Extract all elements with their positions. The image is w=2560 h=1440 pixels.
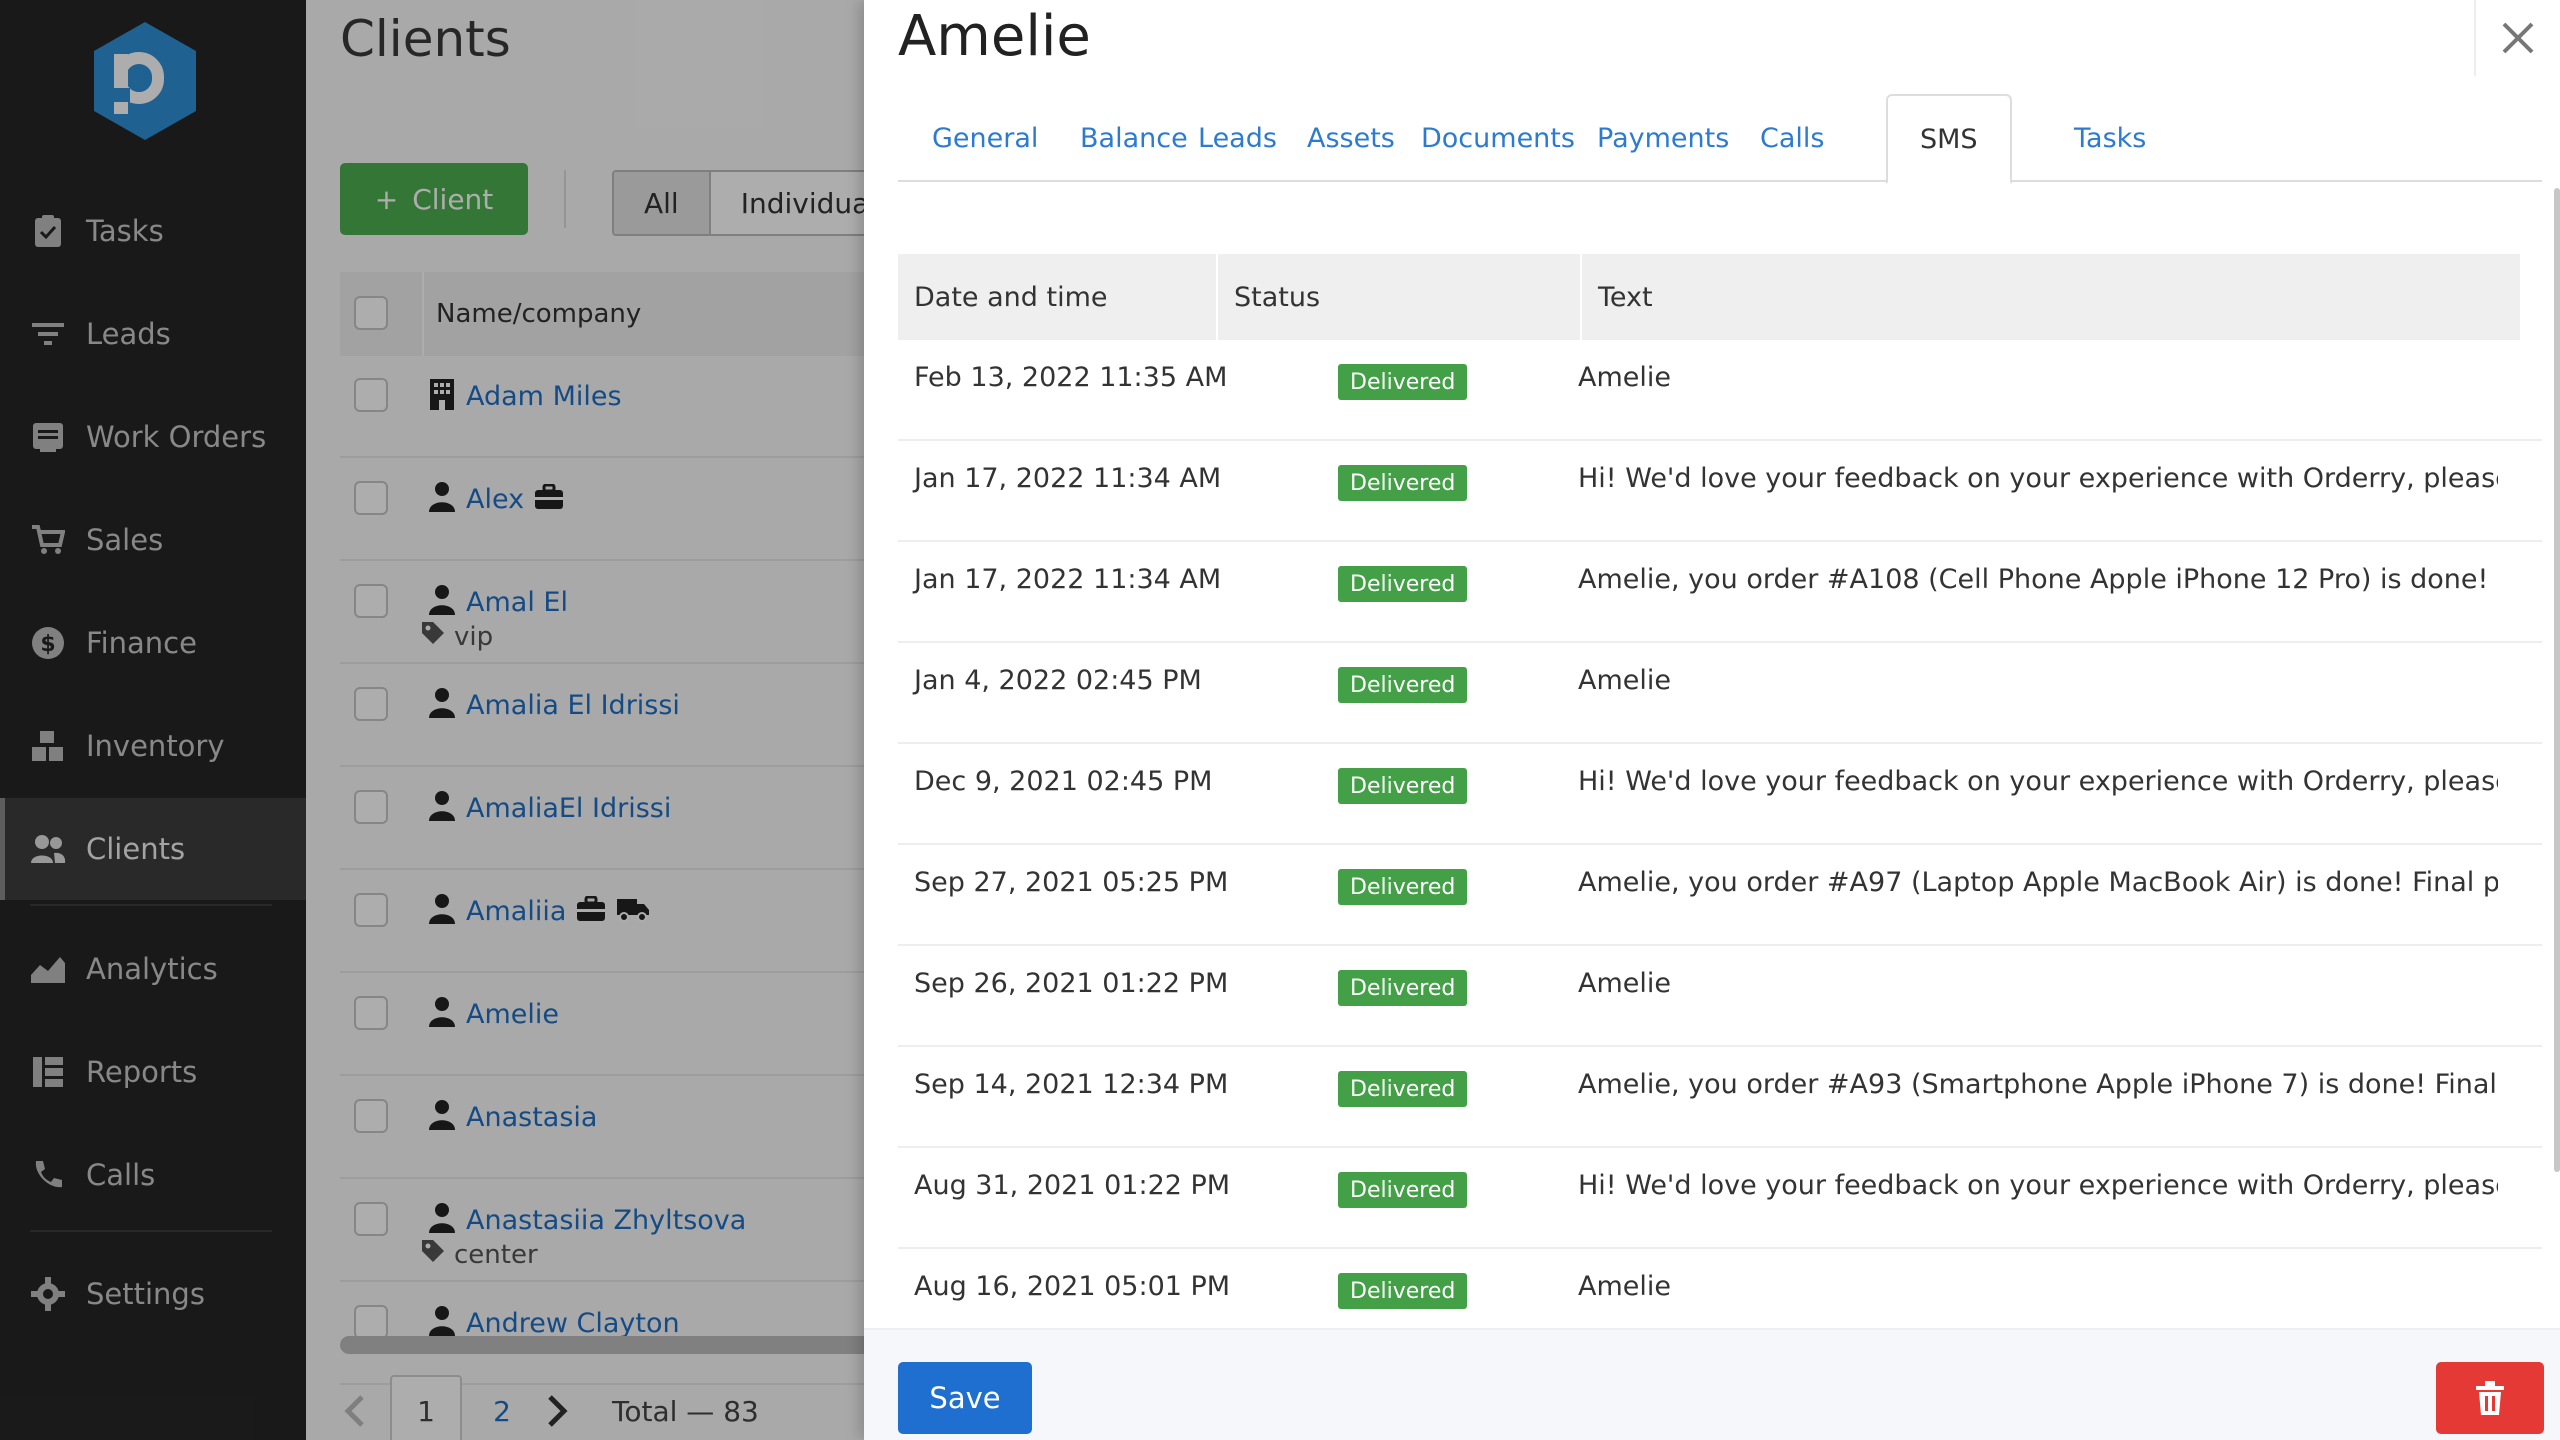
status-badge: Delivered xyxy=(1338,465,1468,501)
sms-row[interactable]: Jan 17, 2022 11:34 AM Delivered Amelie, yo… xyxy=(898,542,2542,643)
client-dialog: Amelie General Balance Leads Assets Document… xyxy=(864,0,2560,1440)
sms-date: Sep 27, 2021 05:25 PM xyxy=(914,866,1229,898)
sms-text: Hi! We'd love your feedback on your expe… xyxy=(1578,462,2498,494)
column-text[interactable]: Text xyxy=(1582,254,2522,340)
sms-date: Jan 4, 2022 02:45 PM xyxy=(914,664,1202,696)
sms-text: Amelie xyxy=(1578,1270,1671,1302)
tab-assets[interactable]: Assets xyxy=(1307,94,1395,182)
tab-balance[interactable]: Balance xyxy=(1080,94,1188,182)
column-status[interactable]: Status xyxy=(1218,254,1582,340)
tab-tasks[interactable]: Tasks xyxy=(2074,94,2146,182)
vertical-scrollbar[interactable] xyxy=(2554,188,2560,1172)
status-badge: Delivered xyxy=(1338,566,1468,602)
tab-leads[interactable]: Leads xyxy=(1198,94,1277,182)
sms-text: Amelie xyxy=(1578,664,1671,696)
status-badge: Delivered xyxy=(1338,1071,1468,1107)
sms-date: Sep 26, 2021 01:22 PM xyxy=(914,967,1229,999)
status-badge: Delivered xyxy=(1338,1172,1468,1208)
sms-date: Aug 16, 2021 05:01 PM xyxy=(914,1270,1231,1302)
status-badge: Delivered xyxy=(1338,869,1468,905)
close-icon xyxy=(2502,22,2534,54)
sms-date: Jan 17, 2022 11:34 AM xyxy=(914,563,1222,595)
tab-sms[interactable]: SMS xyxy=(1886,94,2012,184)
status-badge: Delivered xyxy=(1338,970,1468,1006)
sms-table-header: Date and time Status Text xyxy=(898,254,2522,340)
status-badge: Delivered xyxy=(1338,1273,1468,1309)
sms-date: Aug 31, 2021 01:22 PM xyxy=(914,1169,1231,1201)
sms-row[interactable]: Jan 17, 2022 11:34 AM Delivered Hi! We'd l… xyxy=(898,441,2542,542)
tab-documents[interactable]: Documents xyxy=(1421,94,1575,182)
tab-payments[interactable]: Payments xyxy=(1597,94,1729,182)
sms-row[interactable]: Sep 14, 2021 12:34 PM Delivered Amelie, yo… xyxy=(898,1047,2542,1148)
app: Tasks Leads Work Orders Sales $ Finance Invent… xyxy=(0,0,2560,1440)
save-button[interactable]: Save xyxy=(898,1362,1032,1434)
sms-row[interactable]: Dec 9, 2021 02:45 PM Delivered Hi! We'd lo… xyxy=(898,744,2542,845)
sms-date: Feb 13, 2022 11:35 AM xyxy=(914,361,1228,393)
tab-general[interactable]: General xyxy=(932,94,1038,182)
sms-text: Hi! We'd love your feedback on your expe… xyxy=(1578,765,2498,797)
sms-date: Jan 17, 2022 11:34 AM xyxy=(914,462,1222,494)
sms-text: Amelie, you order #A93 (Smartphone Apple… xyxy=(1578,1068,2498,1100)
sms-date: Sep 14, 2021 12:34 PM xyxy=(914,1068,1229,1100)
sms-text: Amelie, you order #A108 (Cell Phone Appl… xyxy=(1578,563,2498,595)
sms-row[interactable]: Feb 13, 2022 11:35 AM Delivered Amelie xyxy=(898,340,2542,441)
sms-row[interactable]: Sep 26, 2021 01:22 PM Delivered Amelie xyxy=(898,946,2542,1047)
sms-text: Amelie xyxy=(1578,967,1671,999)
dialog-tabs: General Balance Leads Assets Documents Paymen… xyxy=(898,94,2542,184)
close-button[interactable] xyxy=(2474,0,2560,76)
column-date-time[interactable]: Date and time xyxy=(898,254,1218,340)
sms-row[interactable]: Aug 31, 2021 01:22 PM Delivered Hi! We'd l… xyxy=(898,1148,2542,1249)
status-badge: Delivered xyxy=(1338,667,1468,703)
status-badge: Delivered xyxy=(1338,364,1468,400)
status-badge: Delivered xyxy=(1338,768,1468,804)
delete-button[interactable] xyxy=(2436,1362,2544,1434)
dialog-footer: Save xyxy=(864,1328,2560,1440)
tab-calls[interactable]: Calls xyxy=(1760,94,1824,182)
dialog-title: Amelie xyxy=(898,4,1091,69)
sms-row[interactable]: Jan 4, 2022 02:45 PM Delivered Amelie xyxy=(898,643,2542,744)
trash-icon xyxy=(2476,1381,2504,1415)
sms-text: Hi! We'd love your feedback on your expe… xyxy=(1578,1169,2498,1201)
sms-text: Amelie xyxy=(1578,361,1671,393)
sms-text: Amelie, you order #A97 (Laptop Apple Mac… xyxy=(1578,866,2498,898)
sms-date: Dec 9, 2021 02:45 PM xyxy=(914,765,1213,797)
sms-row[interactable]: Sep 27, 2021 05:25 PM Delivered Amelie, yo… xyxy=(898,845,2542,946)
